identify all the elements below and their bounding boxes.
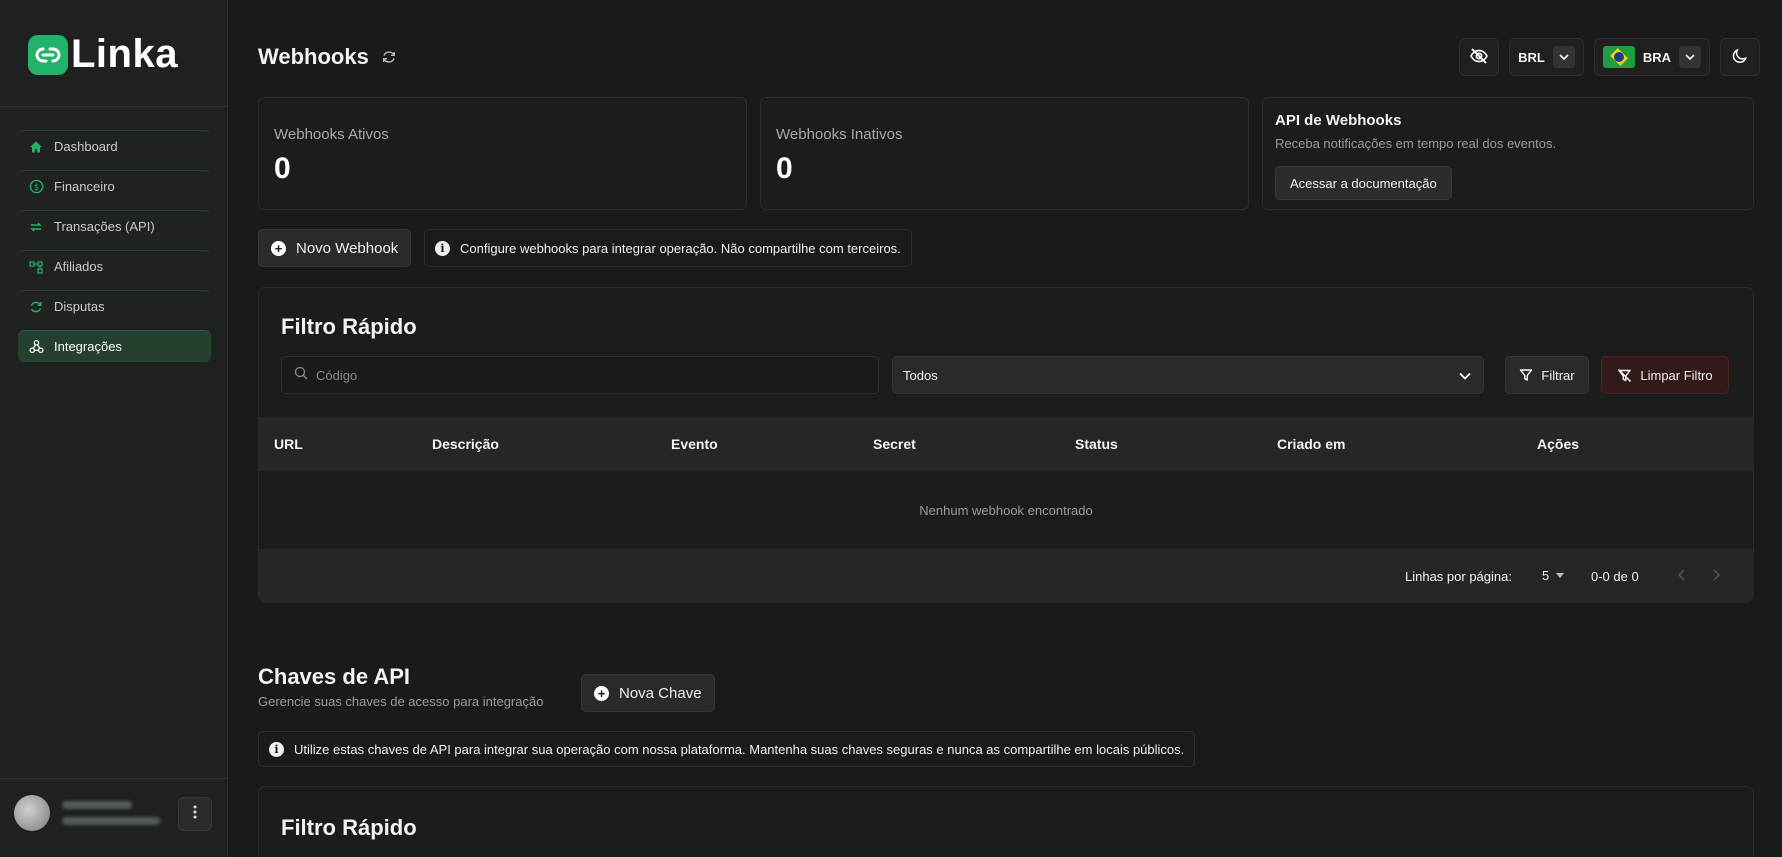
brazil-flag-icon [1602,46,1635,68]
column-header[interactable]: Status [1075,436,1118,452]
sidebar-item-label: Disputas [54,299,105,314]
sidebar-divider [0,778,228,779]
top-toolbar: BRL BRA [1459,38,1760,76]
stat-card-inactive: Webhooks Inativos 0 [760,97,1249,210]
search-icon [294,366,308,385]
stat-card-active: Webhooks Ativos 0 [258,97,747,210]
sidebar-item-financeiro[interactable]: $ Financeiro [18,170,211,202]
more-vertical-icon [193,805,197,824]
brand-logo[interactable]: Linka [28,32,178,77]
sidebar-item-label: Integrações [54,339,122,354]
sidebar-divider [0,106,228,107]
user-menu-button[interactable] [178,797,212,831]
chevron-down-icon [1459,368,1471,383]
link-logo-icon [28,34,68,75]
new-key-button[interactable]: + Nova Chave [581,674,715,712]
stat-label: Webhooks Ativos [274,126,389,143]
caret-down-icon [1556,573,1565,578]
stat-label: Webhooks Inativos [776,126,903,143]
info-icon: i [269,741,284,757]
svg-text:$: $ [33,182,38,192]
stat-value: 0 [776,152,793,185]
pagination-range: 0-0 de 0 [1591,569,1639,584]
currency-selector[interactable]: BRL [1509,38,1584,76]
country-selector[interactable]: BRA [1593,38,1710,76]
plus-circle-icon: + [271,240,286,256]
country-value: BRA [1642,49,1671,65]
filter-title: Filtro Rápido [281,314,417,339]
api-keys-notice: i Utilize estas chaves de API para integ… [258,731,1196,767]
table-pagination: Linhas por página: 5 0-0 de 0 [259,549,1753,603]
funnel-off-icon [1617,368,1632,383]
sidebar-item-dashboard[interactable]: Dashboard [18,130,211,162]
currency-value: BRL [1518,49,1545,65]
table-header: URL Descrição Evento Secret Status Criad… [259,417,1753,471]
home-icon [28,139,44,155]
filter-button[interactable]: Filtrar [1505,356,1589,394]
clear-filter-button[interactable]: Limpar Filtro [1601,356,1729,394]
status-select[interactable]: Todos [892,356,1484,394]
webhook-icon [28,339,44,355]
refresh-icon[interactable] [381,49,397,65]
api-keys-subtitle: Gerencie suas chaves de acesso para inte… [258,694,544,709]
user-profile[interactable] [14,795,160,831]
sidebar-item-label: Financeiro [54,179,115,194]
sidebar-item-integracoes[interactable]: Integrações [18,330,211,362]
column-header[interactable]: Criado em [1277,436,1345,452]
plus-circle-icon: + [594,685,609,701]
rows-per-page-select[interactable]: 5 [1542,568,1565,583]
chevron-down-icon [1552,46,1575,68]
sidebar-item-label: Transações (API) [54,219,155,234]
dollar-circle-icon: $ [28,179,44,195]
open-docs-button[interactable]: Acessar a documentação [1275,166,1452,200]
brand-name: Linka [71,32,178,76]
page-title: Webhooks [258,44,397,70]
api-card-title: API de Webhooks [1275,112,1402,129]
webhook-notice: i Configure webhooks para integrar opera… [424,229,912,267]
main-content: Webhooks BRL BRA Webhooks Ativos 0 Webho… [228,0,1782,857]
sidebar-item-transacoes[interactable]: Transações (API) [18,210,211,242]
sidebar-item-label: Afiliados [54,259,104,274]
api-keys-title: Chaves de API [258,664,411,689]
sidebar-item-label: Dashboard [54,139,118,154]
eye-off-icon [1469,46,1489,69]
hide-values-button[interactable] [1459,38,1500,76]
theme-toggle-button[interactable] [1720,38,1760,76]
stat-value: 0 [274,152,291,185]
column-header[interactable]: Ações [1537,436,1579,452]
column-header[interactable]: Descrição [432,436,499,452]
new-webhook-button[interactable]: + Novo Webhook [258,229,412,267]
info-icon: i [435,240,450,256]
api-card-subtitle: Receba notificações em tempo real dos ev… [1275,136,1557,151]
next-page-button[interactable] [1706,566,1726,586]
sidebar: Linka Dashboard $ Financeiro Transações … [0,0,228,857]
column-header[interactable]: URL [274,436,303,452]
avatar [14,795,50,831]
network-icon [28,259,44,275]
previous-page-button[interactable] [1671,566,1691,586]
chevron-right-icon [1712,568,1720,584]
empty-state: Nenhum webhook encontrado [919,502,1093,518]
select-value: Todos [903,367,938,383]
swap-arrows-icon [28,219,44,235]
rows-per-page-label: Linhas por página: [1405,569,1512,584]
sidebar-item-disputas[interactable]: Disputas [18,290,211,322]
sidebar-nav: Dashboard $ Financeiro Transações (API) … [18,130,211,370]
funnel-icon [1519,368,1533,382]
search-field[interactable] [281,356,879,394]
search-input[interactable] [316,367,856,383]
user-info-redacted [62,801,160,825]
sidebar-item-afiliados[interactable]: Afiliados [18,250,211,282]
refresh-icon [28,299,44,315]
chevron-down-icon [1679,46,1701,68]
moon-icon [1731,47,1749,68]
filter-title: Filtro Rápido [281,815,417,840]
column-header[interactable]: Secret [873,436,916,452]
chevron-left-icon [1677,568,1685,584]
api-keys-filter-panel: Filtro Rápido [258,786,1754,857]
webhooks-filter-panel: Filtro Rápido Todos Filtrar Limpar Filtr… [258,287,1754,603]
column-header[interactable]: Evento [671,436,718,452]
api-docs-card: API de Webhooks Receba notificações em t… [1262,97,1754,210]
